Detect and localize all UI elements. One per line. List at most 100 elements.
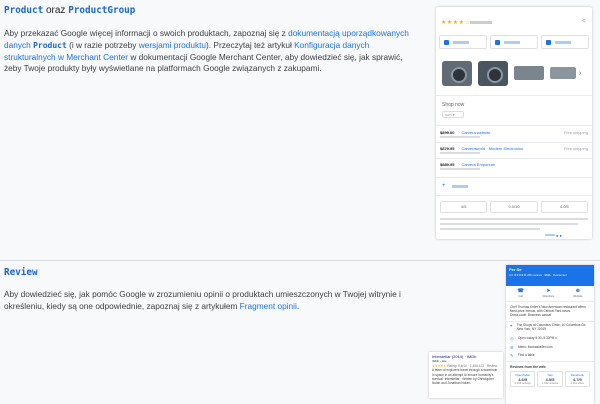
camera-image <box>514 66 544 80</box>
kp-score: Facebook 4.7/5 1,211 votes <box>564 370 590 387</box>
kp-menu: ☰ Menu: thomaskeller.com <box>506 343 594 352</box>
product-heading: Product oraz ProductGroup <box>4 4 422 18</box>
chip-icon <box>444 39 449 45</box>
seller-detail-placeholder <box>440 152 480 154</box>
product-heading-code-productgroup: ProductGroup <box>68 5 136 16</box>
kp-website-action: ⊕ Website <box>573 289 582 299</box>
more-sellers-label-placeholder <box>452 185 468 188</box>
divider <box>436 158 592 159</box>
text-placeholder <box>440 223 578 225</box>
seller-detail-placeholder <box>440 168 480 170</box>
camera-image <box>550 67 576 79</box>
kp-header: Per Se 4.6 ★★★★★ 286 reviews · $$$$ · Re… <box>506 265 594 286</box>
product-text-2: (i w razie potrzeby <box>66 39 139 50</box>
kp-score: Yelp 4.5/5 1,542 reviews <box>537 370 563 387</box>
clock-icon: ◷ <box>510 335 514 341</box>
product-variants-link[interactable]: wersjami produktu <box>139 40 206 50</box>
review-score: 4.0/5 <box>540 201 588 213</box>
text-placeholder <box>440 218 588 220</box>
action-chip <box>490 35 538 49</box>
review-score: 9.0/10 <box>490 201 538 213</box>
product-structured-data-link-code: Product <box>33 40 67 50</box>
critic-card-body: A team of explorers travel through a wor… <box>432 368 498 386</box>
kp-hours: ◷ Open today 5:30–9:30PM ▾ <box>506 334 594 343</box>
seller-shipping: Free shipping <box>563 146 588 151</box>
shop-now-label: Shop now <box>442 102 465 108</box>
kp-reviews-title: Reviews from the web <box>510 364 546 369</box>
review-paragraph: Aby dowiedzieć się, jak pomóc Google w z… <box>4 289 422 313</box>
kp-score-row: OpenTable 4.6/5 2,124 reviews Yelp 4.5/5 1,5… <box>510 370 590 387</box>
product-description: Product oraz ProductGroup Aby przekazać … <box>4 4 422 75</box>
chip-icon <box>546 39 551 45</box>
review-snippet-link[interactable]: Fragment opinii <box>240 301 297 311</box>
kp-score: OpenTable 4.6/5 2,124 reviews <box>510 370 536 387</box>
divider <box>436 95 592 96</box>
seller-row: $889.95 · Camera Emporium <box>440 162 588 176</box>
chip-label-placeholder <box>453 40 469 44</box>
action-chip <box>541 35 589 49</box>
review-text-1: Aby dowiedzieć się, jak pomóc Google w z… <box>4 289 401 311</box>
kp-action-label: Website <box>573 295 583 298</box>
seller-price: $879.95 <box>440 146 455 151</box>
seller-detail-placeholder <box>440 136 480 138</box>
critic-card-rating-text: Rating: 8.6/10 · 1,456,123 · Review <box>447 363 498 368</box>
seller-shipping: Free shipping <box>563 130 588 135</box>
more-sellers-icon: + <box>442 183 446 189</box>
reserve-icon: ✎ <box>510 353 514 359</box>
camera-image <box>442 60 472 86</box>
menu-icon: ☰ <box>510 344 514 350</box>
review-description: Review Aby dowiedzieć się, jak pomóc Goo… <box>4 266 422 313</box>
kp-action-label: Directions <box>542 295 555 298</box>
seller-name: · Cameraworld · Modern Electronics <box>459 146 524 151</box>
share-icon: < <box>581 18 586 25</box>
review-heading: Review <box>4 266 422 280</box>
kp-directions-action: ➤ Directions <box>543 289 555 299</box>
review-text-2: . <box>296 300 300 311</box>
product-paragraph: Aby przekazać Google więcej informacji o… <box>4 28 422 75</box>
product-heading-code-product: Product <box>4 5 44 16</box>
product-heading-conjunction: oraz <box>43 5 69 16</box>
chip-label-placeholder <box>555 40 571 44</box>
product-thumbnails: › <box>442 58 590 88</box>
kp-reviews: Reviews from the web OpenTable 4.6/5 2,124… <box>506 360 594 390</box>
kp-title: Per Se <box>509 267 522 272</box>
camera-image <box>478 60 508 86</box>
chip-icon <box>495 39 500 45</box>
divider <box>436 195 592 196</box>
knowledge-panel-illustration: Per Se 4.6 ★★★★★ 286 reviews · $$$$ · Re… <box>506 265 594 404</box>
kp-subtitle: 4.6 ★★★★★ 286 reviews · $$$$ · Restauran… <box>509 273 567 277</box>
carousel-indicator <box>545 234 555 236</box>
review-heading-code: Review <box>4 267 38 278</box>
kp-score-count: 1,211 votes <box>570 381 584 385</box>
kp-reserve-text: Find a table <box>518 353 535 358</box>
rating-stars: ★★★★☆ <box>441 20 471 26</box>
kp-hours-text: Open today 5:30–9:30PM ▾ <box>518 335 557 340</box>
kp-call-action: ☎ Call <box>517 289 523 299</box>
star-rating-icon: ★★★★★ <box>432 363 447 368</box>
text-placeholder <box>440 228 540 230</box>
kp-reserve: ✎ Find a table <box>506 352 594 361</box>
critic-review-card-illustration: Interstellar (2014) · IMDb IMDb › title … <box>429 352 503 398</box>
review-score: 4/5 <box>440 201 488 213</box>
divider <box>436 125 592 126</box>
kp-score-count: 2,124 reviews <box>514 381 531 385</box>
seller-price: $889.95 <box>440 162 455 167</box>
kp-address-text: The Shops at Columbus Circle, 10 Columbu… <box>516 323 587 331</box>
kp-score-count: 1,542 reviews <box>541 381 558 385</box>
shopping-result-illustration: ★★★★☆ < › Shop now sort ▾ $899.00 · Came… <box>436 7 592 239</box>
review-score-row: 4/5 9.0/10 4.0/5 <box>440 201 588 213</box>
location-icon: ⌖ <box>510 323 513 329</box>
rating-count-placeholder <box>470 21 492 24</box>
kp-description: Chef Thomas Keller's New American restau… <box>506 302 594 322</box>
kp-actions: ☎ Call ➤ Directions ⊕ Website <box>506 286 594 302</box>
seller-name: · Camera Emporium <box>459 162 496 167</box>
chip-label-placeholder <box>504 40 520 44</box>
kp-address: ⌖ The Shops at Columbus Circle, 10 Columb… <box>506 322 594 335</box>
product-text-1: Aby przekazać Google więcej informacji o… <box>4 28 289 38</box>
divider <box>436 177 592 178</box>
kp-dress-code: Dress code: Business casual <box>510 313 551 318</box>
sort-dropdown: sort ▾ <box>442 111 464 118</box>
carousel-dots: ● ● <box>556 233 562 238</box>
action-chip <box>439 35 487 49</box>
product-text-3: ). Przeczytaj też artykuł <box>206 39 295 50</box>
